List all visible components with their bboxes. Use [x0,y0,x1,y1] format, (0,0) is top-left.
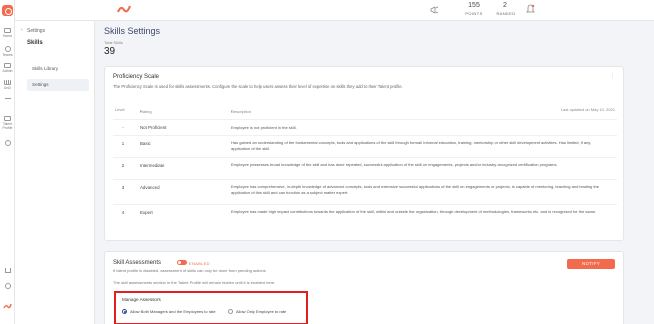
rail-item-dnd[interactable]: DnD [0,80,15,90]
rail-item-minus[interactable] [0,98,15,99]
app-menu-icon[interactable] [2,5,13,16]
rail-label-teams: Teams [2,53,13,57]
rail-label-home: Home [2,34,13,38]
points-value: 155 [468,2,480,9]
row-rating: Advanced [140,185,160,190]
card-title: Skill Assessments [113,260,162,266]
table-row: 4 Expert Employee has made high impact c… [113,204,617,234]
settings-sidebar: ‹ Settings Skills Skills Library Setting… [15,21,95,324]
breadcrumb[interactable]: Settings [27,28,45,34]
row-level: - [122,125,124,130]
chart-icon [4,80,11,85]
row-level: 2 [121,163,125,168]
column-description-label: Description [231,109,252,114]
row-description: Employee is not proficient in the skill. [231,125,297,130]
assessments-visibility-note: The skill assessments section in the Tal… [113,280,276,285]
admin-icon [4,63,11,68]
left-rail: Home Teams Admin DnD Talent Profile [0,0,15,324]
row-rating: Intermediate [140,163,165,168]
table-row: 1 Basic Has gained an understanding of t… [113,135,617,157]
proficiency-scale-card: Proficiency Scale The Proficiency Scale … [104,66,624,241]
minus-icon [4,98,11,99]
rail-item-teams[interactable]: Teams [0,46,15,57]
row-rating: Basic [140,141,151,146]
column-level: Level [115,107,125,112]
radio-only-employee[interactable]: Allow Only Employee to rate [228,309,286,314]
ranked-label: RANKED [496,11,516,16]
profile-icon [4,116,11,121]
assessments-note: If talent profile is disabled, assessmen… [113,268,266,273]
manage-assessors-title: Manage Assessors [122,297,161,302]
radio-label: Allow Both Managers and the Employees to… [130,309,216,314]
row-level: 4 [121,210,125,215]
table-row: 2 Intermediate Employee possesses broad … [113,157,617,179]
radio-unselected-icon [228,309,233,314]
home-icon [4,28,11,33]
sidebar-item-label: Skills Library [32,66,59,71]
rail-label-talent-profile: Talent Profile [2,122,13,130]
radio-both-rate[interactable]: Allow Both Managers and the Employees to… [122,309,216,314]
card-description: The Proficiency Scale is used for skills… [113,84,403,89]
table-header: Level Rating * Description * Last updated … [115,107,615,114]
rail-item-home[interactable]: Home [0,28,15,38]
ranked-value: 2 [503,2,507,9]
top-bar: 155 POINTS 2 RANKED [15,0,654,21]
back-arrow-icon[interactable]: ‹ [21,27,23,33]
brand-logo-icon [117,5,131,13]
notify-button[interactable]: NOTIFY [567,259,615,269]
card-title: Proficiency Scale [113,74,160,80]
row-description: Has gained an understanding of the funda… [231,140,592,151]
rail-item-help[interactable] [0,283,15,290]
teams-icon [4,46,11,52]
total-skills-label: Total Skills [104,40,123,45]
help-icon [4,283,11,289]
sidebar-item-label: Settings [32,82,49,87]
more-options-icon[interactable]: ⋮ [610,73,615,79]
rail-item-settings[interactable] [0,140,15,147]
radio-selected-icon [122,309,127,314]
megaphone-icon[interactable] [430,6,439,14]
total-skills-value: 39 [104,46,116,57]
row-level: 1 [121,141,125,146]
radio-label: Allow Only Employee to rate [236,309,287,314]
download-icon [4,268,11,273]
rail-brand-logo [0,303,15,311]
rail-item-admin[interactable]: Admin [0,63,15,73]
row-description: Employee has made high impact contributi… [231,209,597,214]
rail-item-talent-profile[interactable]: Talent Profile [0,116,15,130]
sidebar-heading: Skills [27,40,43,46]
sidebar-item-settings[interactable]: Settings [27,79,89,91]
brand-logo-icon [3,303,12,309]
row-rating: Expert [140,210,153,215]
rail-item-download[interactable] [0,268,15,273]
points-label: POINTS [465,11,483,16]
sidebar-item-skills-library[interactable]: Skills Library [27,63,89,75]
assessments-toggle[interactable] [177,260,187,265]
manage-assessors-section: Manage Assessors Allow Both Managers and… [114,291,308,324]
page-title: Skills Settings [104,26,161,36]
table-row: - Not Proficient Employee is not profici… [113,119,617,135]
gear-icon [4,140,11,146]
status-badge: ENABLED [189,260,210,266]
table-row: 3 Advanced Employee has comprehensive, i… [113,179,617,204]
notification-bell-icon[interactable] [526,4,535,14]
rail-label-dnd: DnD [3,86,11,90]
rail-label-admin: Admin [2,69,13,73]
row-description: Employee possesses broad knowledge of th… [231,162,558,167]
last-updated: Last updated on May 10, 2021 [560,107,615,112]
row-description: Employee has comprehensive, in-depth kno… [231,184,600,195]
row-rating: Not Proficient [140,125,167,130]
skill-assessments-card: Skill Assessments ENABLED If talent prof… [104,251,624,324]
row-level: 3 [121,185,125,190]
